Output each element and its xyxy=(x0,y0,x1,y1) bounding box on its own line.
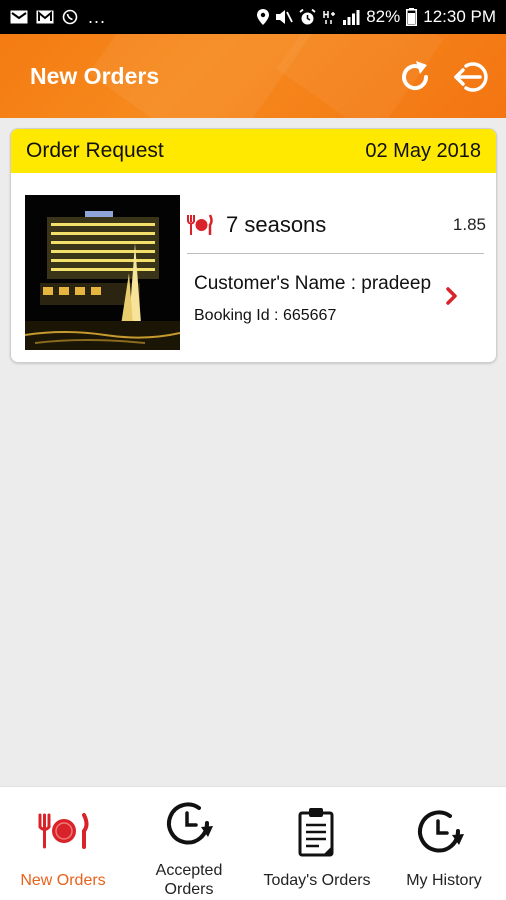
restaurant-row: 7 seasons 1.85 xyxy=(186,201,486,249)
tab-new-orders-label: New Orders xyxy=(20,872,106,889)
signal-icon xyxy=(343,10,360,25)
tab-my-history[interactable]: My History xyxy=(382,787,506,900)
history-clock-icon xyxy=(418,810,464,853)
tab-accepted-orders-label-line1: Accepted xyxy=(155,862,223,879)
distance-value: 1.85 xyxy=(452,215,486,234)
alarm-icon xyxy=(299,8,316,24)
plate-cutlery-icon xyxy=(38,813,89,849)
order-date: 02 May 2018 xyxy=(365,139,481,162)
clock-time: 12:30 PM xyxy=(423,7,496,26)
mute-icon xyxy=(276,10,294,24)
tab-my-history-label: My History xyxy=(406,872,482,889)
clipboard-icon xyxy=(298,808,334,857)
battery-percent: 82% xyxy=(366,7,401,26)
whatsapp-icon xyxy=(62,9,78,25)
data-hplus-icon xyxy=(323,11,336,24)
tab-new-orders[interactable]: New Orders xyxy=(0,787,126,900)
page-title: New Orders xyxy=(30,63,160,89)
gmail-icon xyxy=(10,10,28,24)
tab-accepted-orders[interactable]: Accepted Orders xyxy=(126,787,252,900)
order-request-title: Order Request xyxy=(26,139,164,162)
restaurant-name: 7 seasons xyxy=(226,212,327,237)
chevron-right-icon[interactable] xyxy=(443,285,461,307)
status-more: ... xyxy=(88,6,107,27)
customer-name: Customer's Name : pradeep xyxy=(194,273,432,294)
mail-icon xyxy=(36,10,54,24)
tab-accepted-orders-label-line2: Orders xyxy=(164,881,214,898)
plate-cutlery-icon xyxy=(187,214,213,235)
logout-icon[interactable] xyxy=(452,58,490,96)
location-icon xyxy=(257,9,270,25)
app-bar: New Orders xyxy=(0,34,506,118)
status-right: 82% 12:30 PM xyxy=(257,7,496,27)
bottom-nav: New Orders Accepted Orders Today's Order… xyxy=(0,786,506,900)
status-bar: ... 82% 12:30 PM xyxy=(0,0,506,34)
battery-icon xyxy=(406,8,418,26)
booking-id: Booking Id : 665667 xyxy=(194,307,337,324)
status-left: ... xyxy=(10,7,106,28)
tab-todays-orders[interactable]: Today's Orders xyxy=(252,787,382,900)
clock-refresh-icon xyxy=(167,802,213,845)
tab-todays-orders-label: Today's Orders xyxy=(263,872,371,889)
order-card[interactable]: Order Request 02 May 2018 7 seasons 1.85… xyxy=(10,128,497,363)
order-card-header: Order Request 02 May 2018 xyxy=(11,129,496,173)
refresh-icon[interactable] xyxy=(396,58,434,96)
card-divider xyxy=(187,253,484,254)
restaurant-thumbnail xyxy=(25,195,180,350)
